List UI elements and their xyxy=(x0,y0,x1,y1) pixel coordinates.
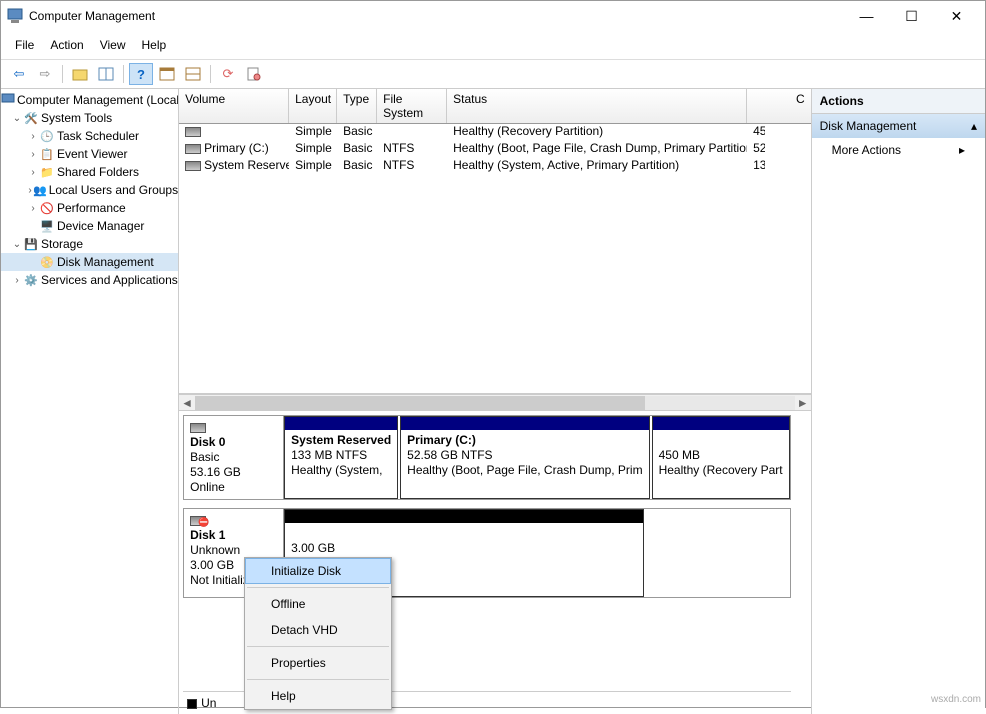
menu-file[interactable]: File xyxy=(9,35,40,55)
help-button[interactable]: ? xyxy=(129,63,153,85)
menu-help[interactable]: Help xyxy=(136,35,173,55)
disk-0-info: Disk 0 Basic 53.16 GB Online xyxy=(184,416,284,499)
col-layout[interactable]: Layout xyxy=(289,89,337,123)
minimize-button[interactable]: — xyxy=(844,2,889,30)
actions-more-actions[interactable]: More Actions▸ xyxy=(812,138,985,162)
col-capacity[interactable]: C xyxy=(747,89,811,123)
actions-section-disk-management[interactable]: Disk Management▴ xyxy=(812,114,985,138)
tree-event-viewer[interactable]: ›📋Event Viewer xyxy=(1,145,178,163)
navigation-tree: Computer Management (Local ⌄🛠️System Too… xyxy=(1,89,179,714)
actions-pane: Actions Disk Management▴ More Actions▸ xyxy=(812,89,985,714)
folder-button[interactable] xyxy=(68,63,92,85)
partition-primary-c[interactable]: Primary (C:)52.58 GB NTFSHealthy (Boot, … xyxy=(400,416,649,499)
view-list-button[interactable] xyxy=(181,63,205,85)
actions-header: Actions xyxy=(812,89,985,114)
tree-disk-management[interactable]: 📀Disk Management xyxy=(1,253,178,271)
disk-row-0[interactable]: Disk 0 Basic 53.16 GB Online System Rese… xyxy=(183,415,791,500)
forward-button[interactable]: ⇨ xyxy=(33,63,57,85)
collapse-icon: ▴ xyxy=(971,119,977,133)
maximize-button[interactable]: ☐ xyxy=(889,2,934,30)
watermark: wsxdn.com xyxy=(931,694,981,705)
disk-icon xyxy=(190,423,206,433)
partition-recovery[interactable]: 450 MBHealthy (Recovery Part xyxy=(652,416,790,499)
refresh-button[interactable]: ⟳ xyxy=(216,63,240,85)
volume-row[interactable]: Primary (C:)SimpleBasicNTFSHealthy (Boot… xyxy=(179,141,811,158)
ctx-offline[interactable]: Offline xyxy=(245,591,391,617)
ctx-properties[interactable]: Properties xyxy=(245,650,391,676)
menu-action[interactable]: Action xyxy=(44,35,89,55)
volume-table: SimpleBasicHealthy (Recovery Partition)4… xyxy=(179,124,811,394)
ctx-detach-vhd[interactable]: Detach VHD xyxy=(245,617,391,643)
col-filesystem[interactable]: File System xyxy=(377,89,447,123)
window-title: Computer Management xyxy=(29,9,844,23)
scroll-right-icon[interactable]: ► xyxy=(797,396,809,410)
toolbar: ⇦ ⇨ ? ⟳ xyxy=(1,60,985,89)
view-columns-button[interactable] xyxy=(155,63,179,85)
col-type[interactable]: Type xyxy=(337,89,377,123)
tree-shared-folders[interactable]: ›📁Shared Folders xyxy=(1,163,178,181)
col-volume[interactable]: Volume xyxy=(179,89,289,123)
properties-button[interactable] xyxy=(242,63,266,85)
volume-row[interactable]: SimpleBasicHealthy (Recovery Partition)4… xyxy=(179,124,811,141)
tree-local-users[interactable]: ›👥Local Users and Groups xyxy=(1,181,178,199)
app-icon xyxy=(7,8,23,24)
back-button[interactable]: ⇦ xyxy=(7,63,31,85)
col-status[interactable]: Status xyxy=(447,89,747,123)
scroll-left-icon[interactable]: ◄ xyxy=(181,396,193,410)
menu-view[interactable]: View xyxy=(94,35,132,55)
tree-device-manager[interactable]: 🖥️Device Manager xyxy=(1,217,178,235)
tree-storage[interactable]: ⌄💾Storage xyxy=(1,235,178,253)
context-menu: Initialize Disk Offline Detach VHD Prope… xyxy=(244,557,392,710)
ctx-help[interactable]: Help xyxy=(245,683,391,709)
disk-error-icon xyxy=(190,516,206,526)
title-bar: Computer Management — ☐ ✕ xyxy=(1,1,985,31)
show-hide-button[interactable] xyxy=(94,63,118,85)
menu-bar: File Action View Help xyxy=(1,31,985,60)
ctx-initialize-disk[interactable]: Initialize Disk xyxy=(245,558,391,584)
tree-root[interactable]: Computer Management (Local xyxy=(1,91,178,109)
volume-row[interactable]: System ReservedSimpleBasicNTFSHealthy (S… xyxy=(179,158,811,175)
horizontal-scrollbar[interactable]: ◄ ► xyxy=(179,394,811,411)
tree-system-tools[interactable]: ⌄🛠️System Tools xyxy=(1,109,178,127)
partition-system-reserved[interactable]: System Reserved133 MB NTFSHealthy (Syste… xyxy=(284,416,398,499)
close-button[interactable]: ✕ xyxy=(934,2,979,30)
tree-services-apps[interactable]: ›⚙️Services and Applications xyxy=(1,271,178,289)
chevron-right-icon: ▸ xyxy=(959,143,965,157)
tree-task-scheduler[interactable]: ›🕒Task Scheduler xyxy=(1,127,178,145)
volume-table-header: Volume Layout Type File System Status C xyxy=(179,89,811,124)
tree-performance[interactable]: ›🚫Performance xyxy=(1,199,178,217)
